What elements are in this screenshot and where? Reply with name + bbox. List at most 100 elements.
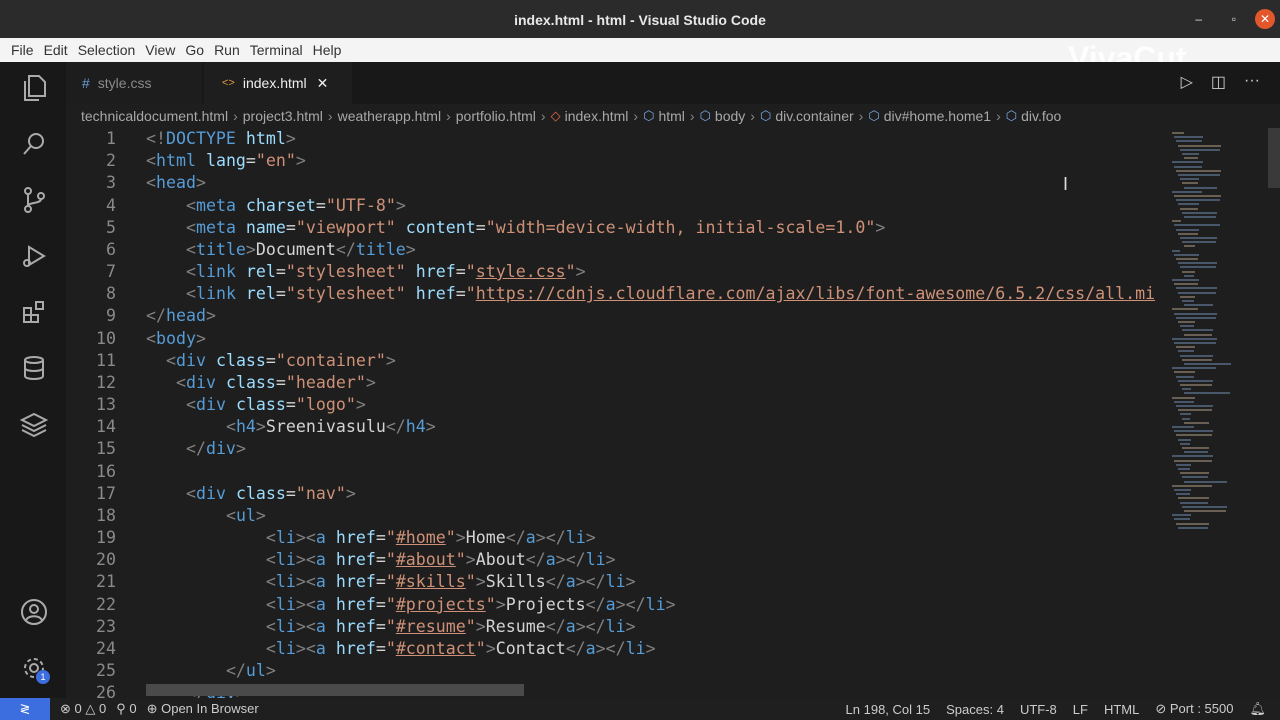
- code-token: class: [205, 350, 266, 370]
- remote-icon[interactable]: ≷: [0, 698, 50, 720]
- minimap-line: [1176, 199, 1220, 202]
- code-line[interactable]: 23 <li><a href="#resume">Resume</a></li>: [66, 616, 636, 638]
- menu-edit[interactable]: Edit: [39, 42, 73, 58]
- database-icon[interactable]: [18, 352, 50, 384]
- minimap-line: [1176, 434, 1212, 437]
- breadcrumb-item[interactable]: index.html: [565, 108, 629, 124]
- end-of-line[interactable]: LF: [1073, 702, 1088, 717]
- code-line[interactable]: 12 <div class="header">: [66, 372, 376, 394]
- breadcrumb-item[interactable]: portfolio.html: [456, 108, 536, 124]
- minimap[interactable]: [1166, 128, 1266, 548]
- settings-gear-icon[interactable]: 1: [18, 652, 50, 684]
- code-line[interactable]: 13 <div class="logo">: [66, 394, 366, 416]
- tab-index-html[interactable]: <> index.html ✕: [204, 62, 352, 104]
- minimap-line: [1180, 207, 1198, 210]
- live-server-port[interactable]: ⊘ Port : 5500: [1155, 701, 1233, 717]
- code-token: ><: [295, 594, 316, 614]
- code-line[interactable]: 15 </div>: [66, 438, 246, 460]
- breadcrumb-item[interactable]: div#home.home1: [884, 108, 991, 124]
- code-line[interactable]: 25 </ul>: [66, 660, 276, 682]
- code-token: "container": [275, 350, 386, 370]
- explorer-icon[interactable]: [18, 72, 50, 104]
- code-line[interactable]: 16: [66, 461, 116, 483]
- code-line[interactable]: 21 <li><a href="#skills">Skills</a></li>: [66, 571, 636, 593]
- code-editor[interactable]: 1 <!DOCTYPE html> 2 <html lang="en"> 3 <head>…: [66, 128, 1166, 698]
- encoding[interactable]: UTF-8: [1020, 702, 1057, 717]
- maximize-button[interactable]: ▫: [1232, 11, 1236, 27]
- menu-help[interactable]: Help: [308, 42, 347, 58]
- code-token: div: [175, 350, 206, 370]
- code-token: "UTF-8": [325, 195, 396, 215]
- code-token: charset: [235, 195, 316, 215]
- more-actions-icon[interactable]: ···: [1244, 72, 1260, 92]
- breadcrumb-item[interactable]: technicaldocument.html: [81, 108, 228, 124]
- code-token: =: [265, 350, 276, 370]
- code-line[interactable]: 5 <meta name="viewport" content="width=d…: [66, 217, 885, 239]
- code-line[interactable]: 18 <ul>: [66, 505, 266, 527]
- split-editor-icon[interactable]: ◫: [1211, 72, 1226, 92]
- code-line[interactable]: 19 <li><a href="#home">Home</a></li>: [66, 527, 596, 549]
- breadcrumb-item[interactable]: body: [715, 108, 745, 124]
- minimap-line: [1172, 220, 1181, 223]
- breadcrumb-item[interactable]: div.container: [775, 108, 853, 124]
- menu-run[interactable]: Run: [209, 42, 245, 58]
- minimap-line: [1178, 350, 1194, 353]
- code-text: <title>Document</title>: [146, 239, 416, 261]
- code-token: =: [285, 483, 296, 503]
- vertical-scrollbar[interactable]: [1268, 128, 1280, 188]
- code-line[interactable]: 6 <title>Document</title>: [66, 239, 416, 261]
- menu-terminal[interactable]: Terminal: [245, 42, 308, 58]
- menu-go[interactable]: Go: [180, 42, 209, 58]
- breadcrumb-item[interactable]: html: [658, 108, 684, 124]
- menu-file[interactable]: File: [6, 42, 39, 58]
- code-line[interactable]: 26 </div>: [66, 682, 246, 698]
- run-icon[interactable]: ▷: [1181, 72, 1193, 92]
- extensions-icon[interactable]: [18, 296, 50, 328]
- code-token: =: [315, 195, 326, 215]
- horizontal-scrollbar[interactable]: [146, 684, 524, 696]
- breadcrumb-item[interactable]: weatherapp.html: [338, 108, 442, 124]
- code-line[interactable]: 4 <meta charset="UTF-8">: [66, 195, 406, 217]
- account-icon[interactable]: [18, 596, 50, 628]
- menu-view[interactable]: View: [140, 42, 180, 58]
- ports-indicator[interactable]: ⚲ 0: [116, 701, 136, 717]
- code-token: head: [165, 306, 206, 326]
- code-line[interactable]: 14 <h4>Sreenivasulu</h4>: [66, 416, 436, 438]
- problems-indicator[interactable]: ⊗ 0 △ 0: [60, 701, 106, 717]
- breadcrumb-item[interactable]: project3.html: [243, 108, 323, 124]
- code-token: <: [225, 417, 236, 437]
- open-in-browser-button[interactable]: ⊕ Open In Browser: [147, 701, 259, 717]
- bell-icon[interactable]: 🔔︎: [1249, 701, 1266, 717]
- code-line[interactable]: 7 <link rel="stylesheet" href="style.css…: [66, 261, 586, 283]
- code-line[interactable]: 24 <li><a href="#contact">Contact</a></l…: [66, 638, 656, 660]
- code-line[interactable]: 1 <!DOCTYPE html>: [66, 128, 296, 150]
- code-token: li: [275, 638, 296, 658]
- code-token: <: [185, 239, 196, 259]
- language-mode[interactable]: HTML: [1104, 702, 1139, 717]
- layers-icon[interactable]: [18, 408, 50, 440]
- cursor-position[interactable]: Ln 198, Col 15: [846, 702, 931, 717]
- close-window-button[interactable]: ✕: [1255, 9, 1275, 29]
- code-line[interactable]: 2 <html lang="en">: [66, 150, 306, 172]
- code-line[interactable]: 20 <li><a href="#about">About</a></li>: [66, 549, 616, 571]
- code-line[interactable]: 22 <li><a href="#projects">Projects</a><…: [66, 594, 676, 616]
- menu-selection[interactable]: Selection: [73, 42, 141, 58]
- code-line[interactable]: 3 <head>: [66, 172, 206, 194]
- search-icon[interactable]: [18, 128, 50, 160]
- code-token: div: [195, 483, 226, 503]
- close-tab-icon[interactable]: ✕: [317, 75, 329, 92]
- code-token: content: [395, 217, 476, 237]
- minimize-button[interactable]: –: [1195, 11, 1202, 27]
- code-line[interactable]: 9 </head>: [66, 305, 216, 327]
- code-line[interactable]: 8 <link rel="stylesheet" href="https://c…: [66, 283, 1155, 305]
- code-line[interactable]: 10 <body>: [66, 328, 206, 350]
- code-line[interactable]: 17 <div class="nav">: [66, 483, 356, 505]
- indentation[interactable]: Spaces: 4: [946, 702, 1004, 717]
- tab-style-css[interactable]: # style.css: [66, 62, 202, 104]
- breadcrumb-item[interactable]: div.foo: [1021, 108, 1061, 124]
- run-debug-icon[interactable]: [18, 240, 50, 272]
- minimap-line: [1182, 329, 1213, 332]
- code-line[interactable]: 11 <div class="container">: [66, 350, 396, 372]
- source-control-icon[interactable]: [18, 184, 50, 216]
